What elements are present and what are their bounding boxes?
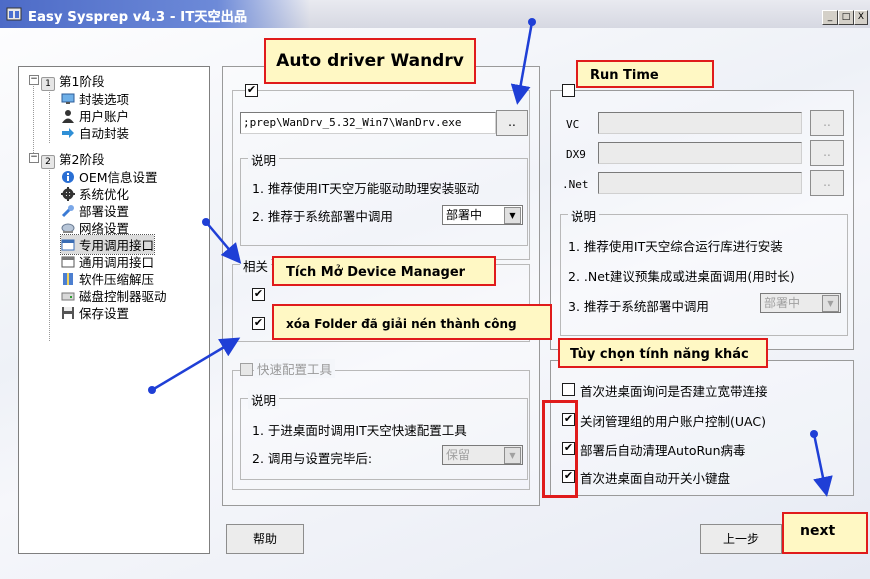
tree-item-label: 网络设置 xyxy=(79,221,130,236)
tree-item-保存设置[interactable]: 保存设置 xyxy=(61,303,129,322)
quick-config-checkbox[interactable] xyxy=(240,363,253,376)
net-label: .Net xyxy=(562,178,589,191)
delete-folder-checkbox[interactable]: ✔ xyxy=(252,317,265,330)
quick-info-label: 说明 xyxy=(248,390,280,409)
chevron-down-icon[interactable]: ▼ xyxy=(504,447,521,464)
driver-checkbox[interactable]: ✔ xyxy=(245,84,258,97)
highlight-box xyxy=(542,400,578,498)
net-browse-button[interactable]: .. xyxy=(810,170,844,196)
vc-path-field[interactable] xyxy=(598,112,802,134)
annotation-delete-folder: xóa Folder đã giải nén thành công xyxy=(272,304,552,340)
tree-line xyxy=(33,81,34,161)
window-icon xyxy=(61,239,75,251)
runtime-info-line1: 1. 推荐使用IT天空综合运行库进行安装 xyxy=(568,239,783,254)
driver-info-line1: 1. 推荐使用IT天空万能驱动助理安装驱动 xyxy=(252,181,480,196)
stage2-number: 2 xyxy=(41,155,55,169)
quick-info-line1: 1. 于进桌面时调用IT天空快速配置工具 xyxy=(252,423,467,438)
driver-timing-value: 部署中 xyxy=(446,208,483,222)
close-button[interactable]: X xyxy=(854,10,868,25)
driver-info-label: 说明 xyxy=(248,150,280,169)
net-path-field[interactable] xyxy=(598,172,802,194)
minimize-button[interactable]: _ xyxy=(822,10,838,25)
tree-item-label: OEM信息设置 xyxy=(79,170,158,185)
tree-line xyxy=(49,167,50,341)
stage2-label: 第2阶段 xyxy=(59,152,105,167)
archive-icon xyxy=(63,273,73,285)
save-icon xyxy=(62,307,74,319)
info-icon xyxy=(62,171,74,183)
tree-item-自动封装[interactable]: 自动封装 xyxy=(61,123,129,142)
option-label-autorun: 部署后自动清理AutoRun病毒 xyxy=(580,443,746,458)
tree-item-label: 保存设置 xyxy=(79,306,130,321)
stage2-toggle[interactable]: − xyxy=(29,153,39,163)
monitor-icon xyxy=(61,93,75,104)
tree-item-label: 通用调用接口 xyxy=(79,255,155,270)
title-bar[interactable]: Easy Sysprep v4.3 - IT天空出品 _ □ X xyxy=(0,0,870,29)
network-icon xyxy=(61,223,75,233)
runtime-info-line3: 3. 推荐于系统部署中调用 xyxy=(568,299,709,314)
tree-stage1[interactable]: 1 第1阶段 xyxy=(41,71,104,91)
runtime-checkbox[interactable] xyxy=(562,84,575,97)
tree-item-label: 用户账户 xyxy=(79,109,130,124)
vc-browse-button[interactable]: .. xyxy=(810,110,844,136)
quick-info-group xyxy=(240,398,528,480)
chevron-down-icon[interactable]: ▼ xyxy=(822,295,839,312)
related-label: 相关 xyxy=(240,256,272,275)
runtime-timing-select[interactable]: 部署中 ▼ xyxy=(760,293,841,313)
user-icon xyxy=(62,110,74,123)
vc-label: VC xyxy=(566,118,580,131)
device-manager-checkbox[interactable]: ✔ xyxy=(252,288,265,301)
window-icon xyxy=(61,256,75,268)
annotation-other-options: Tùy chọn tính năng khác xyxy=(558,338,768,368)
dx9-browse-button[interactable]: .. xyxy=(810,140,844,166)
option-label-broadband: 首次进桌面询问是否建立宽带连接 xyxy=(580,384,768,399)
runtime-timing-value: 部署中 xyxy=(764,296,801,310)
tree-item-label: 软件压缩解压 xyxy=(79,272,155,287)
quick-info-line2: 2. 调用与设置完毕后: xyxy=(252,451,373,466)
tree-item-label: 自动封装 xyxy=(79,126,130,141)
stage1-toggle[interactable]: − xyxy=(29,75,39,85)
stage1-number: 1 xyxy=(41,77,55,91)
dx9-path-field[interactable] xyxy=(598,142,802,164)
stage1-label: 第1阶段 xyxy=(59,74,105,89)
option-checkbox-broadband[interactable] xyxy=(562,383,575,396)
chevron-down-icon[interactable]: ▼ xyxy=(504,207,521,224)
disk-icon xyxy=(61,292,75,301)
prev-button[interactable]: 上一步 xyxy=(700,524,782,554)
navigation-tree[interactable]: − 1 第1阶段 封装选项 用户账户 自动封装 − 2 第2阶段 OEM信息设置 系… xyxy=(18,66,210,554)
app-icon xyxy=(6,7,22,21)
driver-browse-button[interactable]: .. xyxy=(496,110,528,136)
maximize-button[interactable]: □ xyxy=(838,10,854,25)
tools-icon xyxy=(61,205,74,218)
arrow-right-icon xyxy=(62,128,74,138)
quick-after-select[interactable]: 保留 ▼ xyxy=(442,445,523,465)
annotation-run-time: Run Time xyxy=(576,60,714,88)
tree-item-label: 部署设置 xyxy=(79,204,130,219)
driver-timing-select[interactable]: 部署中 ▼ xyxy=(442,205,523,225)
tree-item-label: 封装选项 xyxy=(79,92,130,107)
driver-path-field[interactable]: ;prep\WanDrv_5.32_Win7\WanDrv.exe xyxy=(240,112,496,134)
option-label-uac: 关闭管理组的用户账户控制(UAC) xyxy=(580,414,766,429)
gear-icon xyxy=(61,187,75,201)
quick-after-value: 保留 xyxy=(446,448,471,462)
annotation-device-manager: Tích Mở Device Manager xyxy=(272,256,496,286)
annotation-auto-driver: Auto driver Wandrv xyxy=(264,38,476,84)
tree-item-label: 系统优化 xyxy=(79,187,130,202)
quick-config-label: 快速配置工具 xyxy=(254,359,336,378)
driver-info-line2: 2. 推荐于系统部署中调用 xyxy=(252,209,393,224)
tree-item-label: 专用调用接口 xyxy=(79,238,155,253)
annotation-next: next xyxy=(782,512,868,554)
tree-line xyxy=(49,85,50,143)
runtime-info-label: 说明 xyxy=(568,206,600,225)
option-label-numlock: 首次进桌面自动开关小键盘 xyxy=(580,471,731,486)
tree-stage2[interactable]: 2 第2阶段 xyxy=(41,149,104,169)
help-button[interactable]: 帮助 xyxy=(226,524,304,554)
tree-item-label: 磁盘控制器驱动 xyxy=(79,289,167,304)
dx9-label: DX9 xyxy=(566,148,586,161)
runtime-info-line2: 2. .Net建议预集成或进桌面调用(用时长) xyxy=(568,269,795,284)
driver-info-group xyxy=(240,158,528,246)
window-title: Easy Sysprep v4.3 - IT天空出品 xyxy=(28,10,248,25)
